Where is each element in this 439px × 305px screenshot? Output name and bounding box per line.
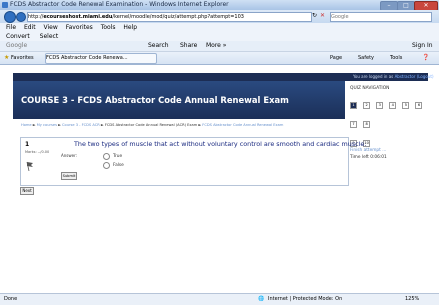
- favorites-bar: ★ Favorites FCDS Abstractor Code Renewa.…: [0, 52, 439, 65]
- back-button[interactable]: [4, 11, 16, 23]
- safety-menu[interactable]: Safety: [358, 52, 374, 64]
- next-button[interactable]: Next: [20, 187, 34, 195]
- quiz-nav-q3[interactable]: 3: [376, 102, 384, 109]
- convert-button[interactable]: Convert: [6, 33, 30, 40]
- logged-in-info: You are logged in as Abstractor (Logout): [353, 74, 434, 79]
- breadcrumb: Home ► My courses ► Course 3 - FCDS ACR …: [21, 123, 283, 127]
- stop-icon[interactable]: ✕: [320, 12, 325, 19]
- course-title: COURSE 3 - FCDS Abstractor Code Annual R…: [21, 95, 289, 105]
- menu-edit[interactable]: Edit: [24, 24, 36, 31]
- status-bar: Done 🌐 Internet | Protected Mode: On 125…: [0, 293, 439, 305]
- breadcrumb-home[interactable]: Home: [21, 123, 32, 127]
- browser-tab[interactable]: FCDS Abstractor Code Renewa...: [45, 53, 157, 64]
- question-number: 1: [25, 141, 30, 148]
- favorites-button[interactable]: Favorites: [11, 52, 34, 64]
- question-panel: 1 Marks: --/0.00 The two types of muscle…: [20, 137, 366, 186]
- status-text: Done: [4, 296, 18, 302]
- time-left: Time left 0:06:01: [350, 155, 387, 160]
- google-toolbar-search[interactable]: Google: [6, 42, 27, 49]
- quiz-nav-q2[interactable]: 2: [363, 102, 371, 109]
- quiz-nav-q1[interactable]: 1: [350, 102, 357, 109]
- quiz-navigation: QUIZ NAVIGATION 1 2 3 4 5 6 7 8 9 10 Fin…: [350, 86, 428, 160]
- option-true[interactable]: True: [103, 153, 122, 160]
- url-input[interactable]: http://ecourseshost.miami.edu/kernel/moo…: [27, 12, 312, 22]
- radio-true[interactable]: [103, 153, 110, 160]
- breadcrumb-attempt[interactable]: FCDS Abstractor Code Annual Renewal Exam: [202, 123, 283, 127]
- course-banner: COURSE 3 - FCDS Abstractor Code Annual R…: [13, 81, 345, 119]
- quiz-nav-q7[interactable]: 7: [350, 121, 357, 128]
- favorites-star-icon[interactable]: ★: [4, 52, 9, 64]
- quiz-nav-row-1: 1 2 3 4 5 6 7 8: [350, 91, 428, 129]
- url-prefix: http://: [28, 14, 44, 20]
- question-text: The two types of muscle that act without…: [74, 140, 367, 148]
- flag-icon[interactable]: [26, 161, 34, 171]
- question-marks: Marks: --/0.00: [25, 150, 50, 154]
- toolbar-share-button[interactable]: Share: [180, 41, 197, 51]
- quiz-nav-q8[interactable]: 8: [363, 121, 371, 128]
- tools-menu[interactable]: Tools: [390, 52, 402, 64]
- radio-false[interactable]: [103, 162, 110, 169]
- help-icon[interactable]: ❓: [422, 52, 429, 64]
- quiz-nav-q6[interactable]: 6: [415, 102, 423, 109]
- security-zone[interactable]: Internet | Protected Mode: On: [268, 294, 342, 305]
- google-toolbar: Google Search Share More » Sign In: [0, 41, 439, 52]
- logout-link[interactable]: Abstractor (Logout): [395, 74, 434, 79]
- option-false[interactable]: False: [103, 162, 124, 169]
- menu-view[interactable]: View: [44, 24, 58, 31]
- search-placeholder: Google: [331, 14, 349, 20]
- address-bar: http://ecourseshost.miami.edu/kernel/moo…: [0, 10, 439, 23]
- internet-zone-icon: 🌐: [258, 296, 265, 302]
- menu-bar: File Edit View Favorites Tools Help: [0, 23, 439, 32]
- logged-in-prefix: You are logged in as: [353, 74, 394, 79]
- page-menu[interactable]: Page: [330, 52, 342, 64]
- forward-button[interactable]: [16, 12, 26, 22]
- quiz-nav-q5[interactable]: 5: [402, 102, 410, 109]
- refresh-icon[interactable]: ↻: [312, 12, 317, 19]
- url-domain: ecourseshost.miami.edu: [43, 14, 113, 20]
- window-title-bar: FCDS Abstractor Code Renewal Examination…: [0, 0, 439, 11]
- tab-title: FCDS Abstractor Code Renewa...: [46, 55, 128, 61]
- option-false-label: False: [113, 163, 124, 168]
- zoom-level[interactable]: 125%: [405, 294, 419, 305]
- answer-label: Answer:: [61, 153, 78, 158]
- sign-in-link[interactable]: Sign In: [412, 41, 433, 51]
- quiz-nav-q4[interactable]: 4: [389, 102, 397, 109]
- search-input[interactable]: Google: [330, 12, 432, 22]
- select-button[interactable]: Select: [40, 33, 59, 40]
- menu-help[interactable]: Help: [123, 24, 137, 31]
- toolbar-search-button[interactable]: Search: [148, 41, 169, 51]
- url-path: /kernel/moodle/mod/quiz/attempt.php?atte…: [112, 14, 244, 20]
- convert-toolbar: Convert Select: [0, 32, 439, 41]
- breadcrumb-quiz: FCDS Abstractor Code Annual Renewal (ACR…: [104, 123, 198, 127]
- menu-favorites[interactable]: Favorites: [66, 24, 93, 31]
- breadcrumb-my-courses[interactable]: My courses: [37, 123, 57, 127]
- menu-tools[interactable]: Tools: [101, 24, 116, 31]
- option-true-label: True: [113, 154, 123, 159]
- toolbar-more-button[interactable]: More »: [206, 41, 226, 51]
- breadcrumb-course[interactable]: Course 3 - FCDS ACR: [62, 123, 100, 127]
- window-title: FCDS Abstractor Code Renewal Examination…: [10, 1, 229, 8]
- ie-icon: [2, 2, 8, 8]
- submit-button[interactable]: Submit: [61, 172, 77, 180]
- finish-attempt-link[interactable]: Finish attempt ...: [350, 148, 428, 153]
- menu-file[interactable]: File: [6, 24, 16, 31]
